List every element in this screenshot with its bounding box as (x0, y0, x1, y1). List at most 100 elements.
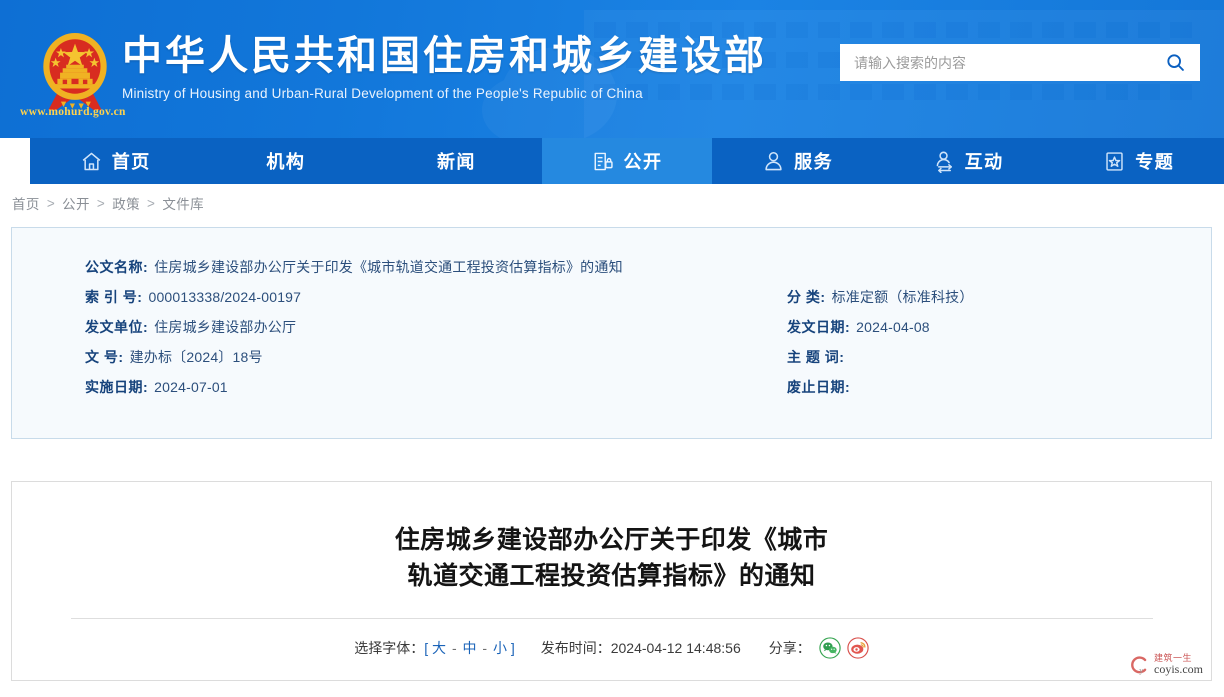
metadata-value: 2024-04-08 (856, 319, 930, 335)
metadata-row: 公文名称: 住房城乡建设部办公厅关于印发《城市轨道交通工程投资估算指标》的通知 (12, 252, 1211, 282)
share-icon-group (819, 637, 869, 659)
breadcrumb-item-home[interactable]: 首页 (12, 193, 40, 213)
metadata-row: 发文单位: 住房城乡建设部办公厅 发文日期: 2024-04-08 (12, 312, 1211, 342)
metadata-key: 分 类: (787, 289, 826, 305)
font-size-small-button[interactable]: 小 (493, 640, 507, 656)
search-input[interactable] (854, 54, 1162, 71)
publish-time-value: 2024-04-12 14:48:56 (610, 640, 741, 656)
article-title-line1: 住房城乡建设部办公厅关于印发《城市 (394, 526, 829, 554)
metadata-key: 文 号: (85, 349, 124, 365)
metadata-row: 实施日期: 2024-07-01 废止日期: (12, 372, 1211, 402)
metadata-key: 发文单位: (85, 319, 149, 335)
article-title-line2: 轨道交通工程投资估算指标》的通知 (407, 562, 816, 590)
article-toolbar: 选择字体： [ 大 - 中 - 小 ] 发布时间： 2024-04-12 14:… (12, 637, 1211, 659)
page-title: 住房城乡建设部办公厅关于印发《城市 轨道交通工程投资估算指标》的通知 (332, 522, 892, 594)
nav-strip: 首页 机构 新闻 公开 服务 互动 专题 (30, 138, 1224, 184)
metadata-field-subject-terms: 主 题 词: (787, 347, 1211, 367)
breadcrumb-separator: > (147, 195, 156, 211)
nav-label-services: 服务 (794, 152, 834, 172)
nav-item-organization[interactable]: 机构 (201, 138, 372, 184)
metadata-field-effective-date: 实施日期: 2024-07-01 (12, 377, 787, 397)
metadata-row: 索 引 号: 000013338/2024-00197 分 类: 标准定额（标准… (12, 282, 1211, 312)
search-icon (1166, 54, 1184, 71)
publish-time-block: 发布时间： 2024-04-12 14:48:56 (541, 638, 741, 658)
watermark-text: 建筑一生 coyis.com (1154, 653, 1203, 677)
nav-item-disclosure[interactable]: 公开 (541, 138, 713, 184)
metadata-key: 发文日期: (787, 319, 851, 335)
breadcrumb-item-policy[interactable]: 政策 (112, 193, 140, 213)
national-emblem (31, 26, 119, 114)
breadcrumb: 首页 > 公开 > 政策 > 文件库 (0, 184, 1224, 222)
nav-left-spacer (0, 138, 30, 184)
breadcrumb-item-filelibrary[interactable]: 文件库 (162, 193, 204, 213)
weibo-icon[interactable] (847, 637, 869, 659)
nav-item-services[interactable]: 服务 (712, 138, 883, 184)
nav-label-home: 首页 (111, 152, 151, 172)
font-size-large-button[interactable]: 大 (432, 640, 446, 656)
nav-label-topics: 专题 (1135, 152, 1175, 172)
nav-item-topics[interactable]: 专题 (1053, 138, 1224, 184)
nav-item-interaction[interactable]: 互动 (883, 138, 1054, 184)
person-icon (762, 150, 785, 173)
site-title-cn: 中华人民共和国住房和城乡建设部 (122, 34, 767, 78)
metadata-field-document-number: 文 号: 建办标〔2024〕18号 (12, 347, 787, 367)
home-icon (80, 150, 103, 173)
metadata-field-issue-date: 发文日期: 2024-04-08 (787, 317, 1211, 337)
metadata-value: 住房城乡建设部办公厅关于印发《城市轨道交通工程投资估算指标》的通知 (154, 259, 623, 275)
font-size-label: 选择字体： (354, 640, 425, 656)
metadata-grid: 公文名称: 住房城乡建设部办公厅关于印发《城市轨道交通工程投资估算指标》的通知 … (12, 252, 1211, 402)
document-lock-icon (592, 150, 615, 173)
site-watermark: y 建筑一生 coyis.com (1129, 653, 1203, 677)
metadata-key: 主 题 词: (787, 349, 845, 365)
site-title-block: 中华人民共和国住房和城乡建设部 Ministry of Housing and … (122, 30, 767, 101)
metadata-key: 公文名称: (85, 259, 149, 275)
metadata-value: 住房城乡建设部办公厅 (154, 319, 297, 335)
nav-item-home[interactable]: 首页 (30, 138, 201, 184)
article-divider (71, 618, 1153, 619)
metadata-value: 标准定额（标准科技） (831, 289, 974, 305)
national-emblem-icon (43, 33, 107, 111)
nav-label-news: 新闻 (436, 152, 476, 172)
font-size-dash: - (451, 640, 457, 656)
share-label: 分享： (768, 640, 811, 656)
article-container: 住房城乡建设部办公厅关于印发《城市 轨道交通工程投资估算指标》的通知 选择字体：… (11, 481, 1212, 681)
nav-label-organization: 机构 (266, 152, 306, 172)
site-header: www.mohurd.gov.cn 中华人民共和国住房和城乡建设部 Minist… (0, 0, 1224, 138)
person-exchange-icon (933, 150, 956, 173)
breadcrumb-separator: > (46, 195, 56, 211)
share-block: 分享： (769, 637, 869, 659)
search-button[interactable] (1162, 50, 1188, 76)
metadata-field-document-name: 公文名称: 住房城乡建设部办公厅关于印发《城市轨道交通工程投资估算指标》的通知 (12, 257, 787, 277)
search-bar[interactable] (840, 44, 1200, 81)
metadata-field-index-number: 索 引 号: 000013338/2024-00197 (12, 287, 787, 307)
font-size-selector: 选择字体： [ 大 - 中 - 小 ] (354, 638, 514, 658)
nav-label-interaction: 互动 (964, 152, 1004, 172)
metadata-value: 000013338/2024-00197 (148, 289, 302, 305)
metadata-value: 2024-07-01 (154, 379, 228, 395)
coyis-logo-icon: y (1131, 656, 1147, 675)
breadcrumb-item-disclosure[interactable]: 公开 (62, 193, 90, 213)
main-navigation: 首页 机构 新闻 公开 服务 互动 专题 (0, 138, 1224, 184)
star-card-icon (1103, 150, 1126, 173)
font-size-dash: - (482, 640, 488, 656)
font-size-options: [ 大 - 中 - 小 ] (424, 638, 514, 658)
watermark-en: coyis.com (1154, 662, 1203, 677)
metadata-field-issuing-unit: 发文单位: 住房城乡建设部办公厅 (12, 317, 787, 337)
nav-label-disclosure: 公开 (623, 152, 663, 172)
breadcrumb-separator: > (96, 195, 106, 211)
site-url-text: www.mohurd.gov.cn (20, 106, 126, 118)
nav-item-news[interactable]: 新闻 (371, 138, 542, 184)
metadata-field-repeal-date: 废止日期: (787, 377, 1211, 397)
metadata-row: 文 号: 建办标〔2024〕18号 主 题 词: (12, 342, 1211, 372)
font-size-medium-button[interactable]: 中 (463, 640, 477, 656)
document-metadata-panel: 公文名称: 住房城乡建设部办公厅关于印发《城市轨道交通工程投资估算指标》的通知 … (11, 227, 1212, 439)
wechat-icon[interactable] (819, 637, 841, 659)
publish-time-label: 发布时间： (540, 640, 611, 656)
metadata-field-category: 分 类: 标准定额（标准科技） (787, 287, 1211, 307)
site-title-en: Ministry of Housing and Urban-Rural Deve… (122, 86, 643, 101)
bracket-close: ] (510, 640, 515, 656)
bracket-open: [ (424, 640, 429, 656)
metadata-key: 实施日期: (85, 379, 149, 395)
metadata-value: 建办标〔2024〕18号 (129, 349, 263, 365)
metadata-key: 索 引 号: (85, 289, 143, 305)
